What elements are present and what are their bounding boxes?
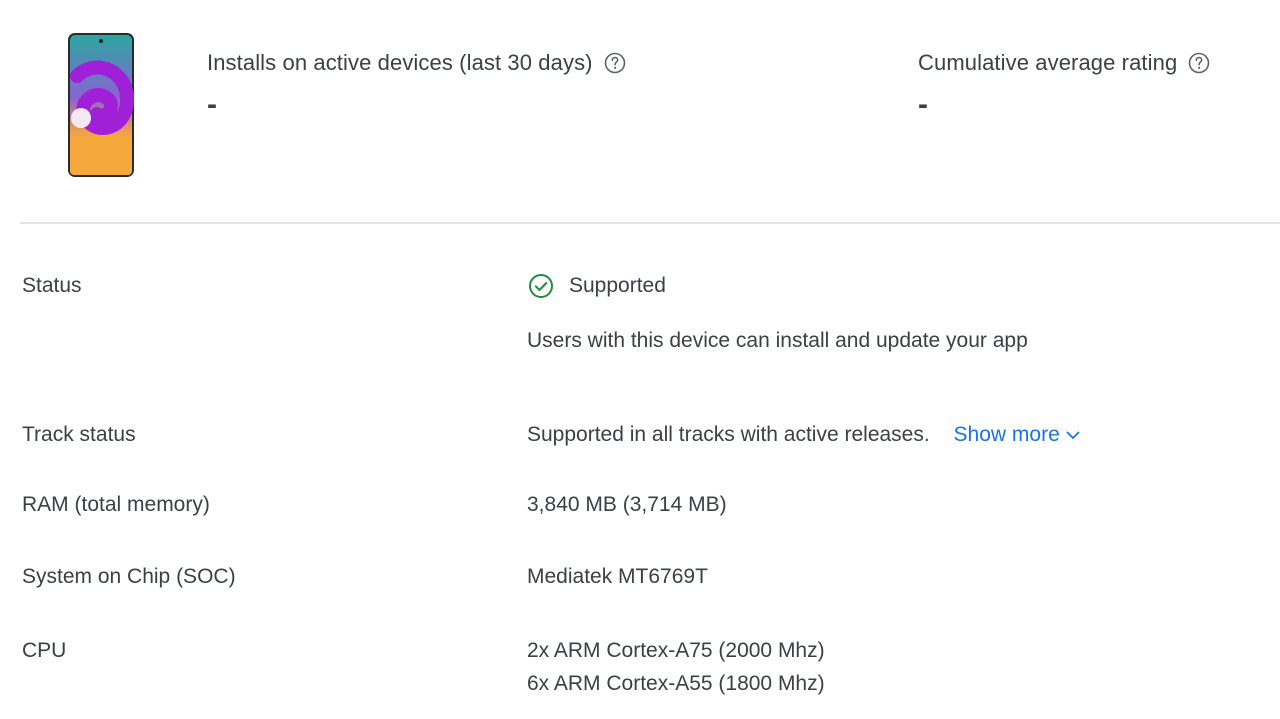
rating-metric: Cumulative average rating - — [918, 50, 1211, 120]
ram-value: 3,840 MB (3,714 MB) — [527, 493, 727, 516]
cpu-value-line: 2x ARM Cortex-A75 (2000 Mhz) — [527, 639, 825, 662]
installs-value: - — [207, 88, 217, 121]
status-value: Supported — [569, 274, 666, 297]
soc-value: Mediatek MT6769T — [527, 565, 708, 588]
track-status-value-row: Supported in all tracks with active rele… — [527, 423, 1082, 447]
ram-label: RAM (total memory) — [22, 493, 210, 516]
rating-value: - — [918, 88, 928, 121]
installs-label-row: Installs on active devices (last 30 days… — [207, 50, 627, 76]
device-details-page: Installs on active devices (last 30 days… — [0, 0, 1280, 719]
rating-label: Cumulative average rating — [918, 50, 1178, 75]
cpu-label: CPU — [22, 639, 67, 662]
rating-label-row: Cumulative average rating — [918, 50, 1211, 76]
help-circle-icon[interactable] — [1187, 51, 1211, 75]
soc-label: System on Chip (SOC) — [22, 565, 236, 588]
track-status-label: Track status — [22, 423, 136, 446]
status-label: Status — [22, 274, 82, 297]
show-more-link[interactable]: Show more — [954, 423, 1082, 447]
device-image — [68, 33, 134, 177]
installs-label: Installs on active devices (last 30 days… — [207, 50, 593, 75]
show-more-label: Show more — [953, 423, 1060, 446]
check-circle-icon — [529, 274, 553, 298]
status-description: Users with this device can install and u… — [527, 329, 1028, 352]
installs-metric: Installs on active devices (last 30 days… — [207, 50, 627, 120]
section-divider — [20, 222, 1280, 224]
help-circle-icon[interactable] — [603, 51, 627, 75]
status-value-row: Supported — [527, 272, 666, 300]
track-status-value: Supported in all tracks with active rele… — [527, 423, 930, 446]
chevron-down-icon — [1066, 431, 1080, 439]
cpu-values: 2x ARM Cortex-A75 (2000 Mhz) 6x ARM Cort… — [527, 634, 825, 700]
cpu-value-line: 6x ARM Cortex-A55 (1800 Mhz) — [527, 672, 825, 695]
